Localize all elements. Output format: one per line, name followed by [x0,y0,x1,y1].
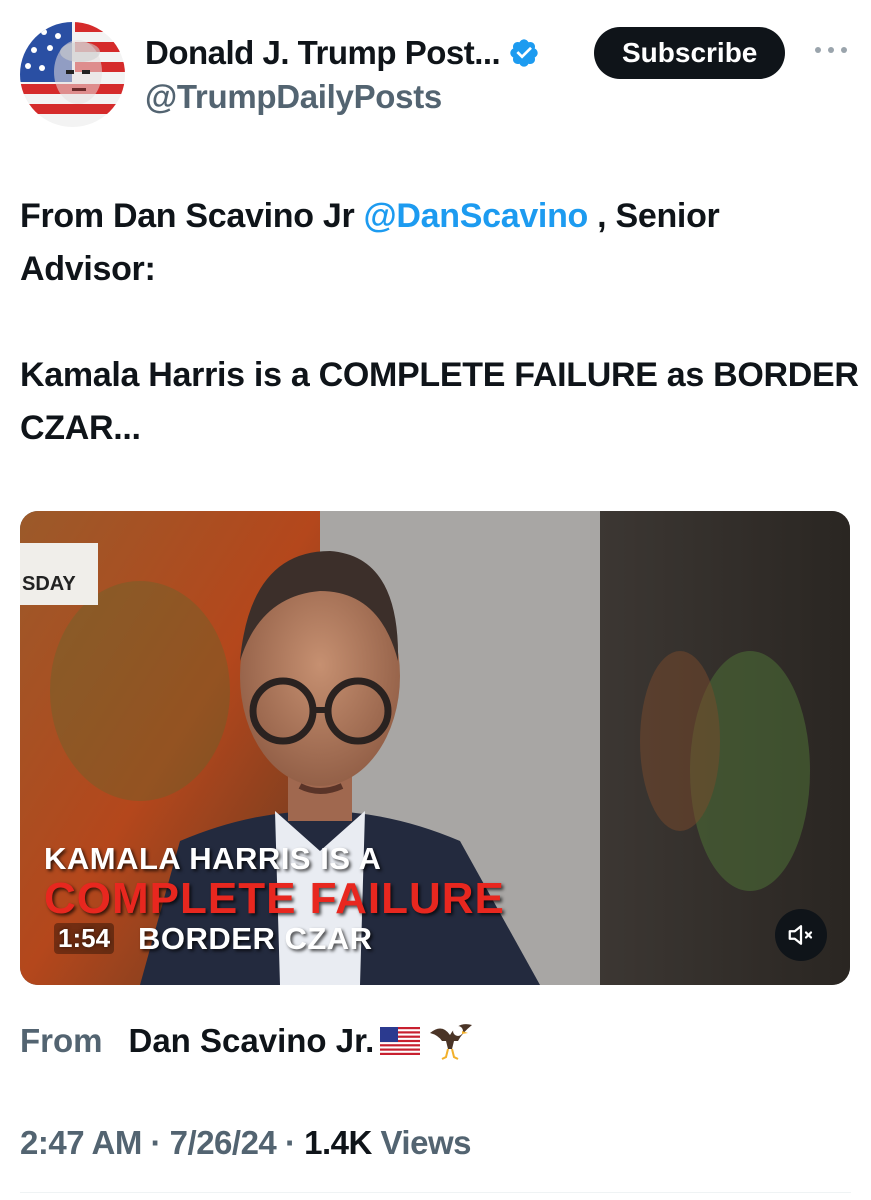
source-name[interactable]: Dan Scavino Jr. [129,1022,375,1060]
us-flag-icon [380,1027,421,1055]
flag-portrait-avatar-icon [20,22,125,127]
channel-tag: SDAY [20,543,98,605]
video-player[interactable]: SDAY KAMALA HARRIS IS A COMPLETE FAILURE… [20,511,850,985]
author-names: Donald J. Trump Post... @TrumpDailyPosts [145,34,540,116]
verified-badge-icon [510,39,538,67]
post-line-1: From Dan Scavino Jr @DanScavino , Senior… [20,190,860,296]
meta-separator: · [284,1124,296,1161]
avatar[interactable] [20,22,125,127]
caption-line-1: KAMALA HARRIS IS A [44,841,382,876]
source-label: From [20,1022,103,1059]
subscribe-button[interactable]: Subscribe [594,27,786,79]
meta-separator: · [150,1124,162,1161]
views-label: Views [380,1124,472,1161]
author-handle[interactable]: @TrumpDailyPosts [145,78,540,116]
post-line-2: Kamala Harris is a COMPLETE FAILURE as B… [20,356,859,447]
display-name-row[interactable]: Donald J. Trump Post... [145,34,540,72]
caption-line-2: COMPLETE FAILURE [44,874,505,923]
mention-link[interactable]: @DanScavino [364,197,589,235]
muted-speaker-icon [788,925,813,945]
video-duration: 1:54 [54,923,115,954]
post-date[interactable]: 7/26/24 [170,1124,277,1161]
post-text-prefix: From Dan Scavino Jr [20,197,364,235]
post-body: From Dan Scavino Jr @DanScavino , Senior… [20,190,860,455]
display-name[interactable]: Donald J. Trump Post... [145,34,501,72]
post-meta: 2:47 AM · 7/26/24 · 1.4K Views [20,1124,471,1162]
more-dots-icon[interactable] [813,40,849,60]
views-count: 1.4K [304,1124,372,1161]
post-time[interactable]: 2:47 AM [20,1124,142,1161]
eagle-icon [430,1024,473,1060]
post-header: Donald J. Trump Post... @TrumpDailyPosts… [20,20,851,130]
divider [20,1192,851,1193]
source-attribution: From Dan Scavino Jr. [20,1019,474,1063]
mute-button[interactable] [775,909,827,961]
